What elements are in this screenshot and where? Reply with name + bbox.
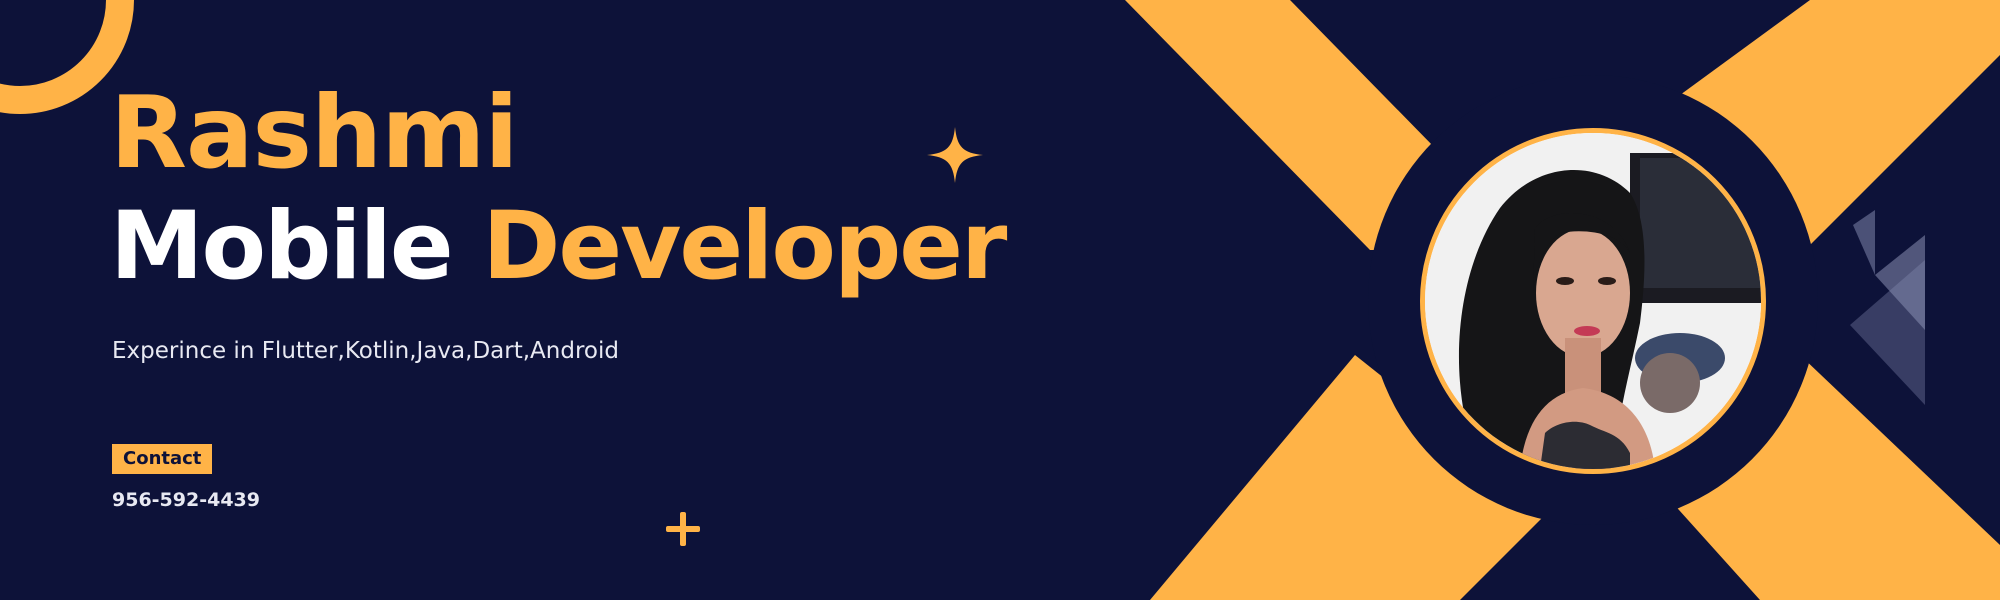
profile-photo [1425,133,1761,469]
profile-photo-frame [1420,128,1766,474]
plus-icon [666,512,700,546]
experience-text: Experince in Flutter,Kotlin,Java,Dart,An… [112,338,619,364]
role-word-mobile: Mobile [110,192,454,301]
triangle-decoration [1850,210,1925,405]
contact-badge[interactable]: Contact [112,444,213,474]
sparkle-icon [927,127,983,183]
phone-number[interactable]: 956-592-4439 [112,489,260,511]
name-heading: Rashmi [110,74,519,191]
role-word-developer: Developer [482,192,1007,301]
banner: Rashmi Mobile Developer Experince in Flu… [0,0,2000,600]
role-heading: Mobile Developer [110,192,1007,302]
corner-ring [0,0,134,114]
